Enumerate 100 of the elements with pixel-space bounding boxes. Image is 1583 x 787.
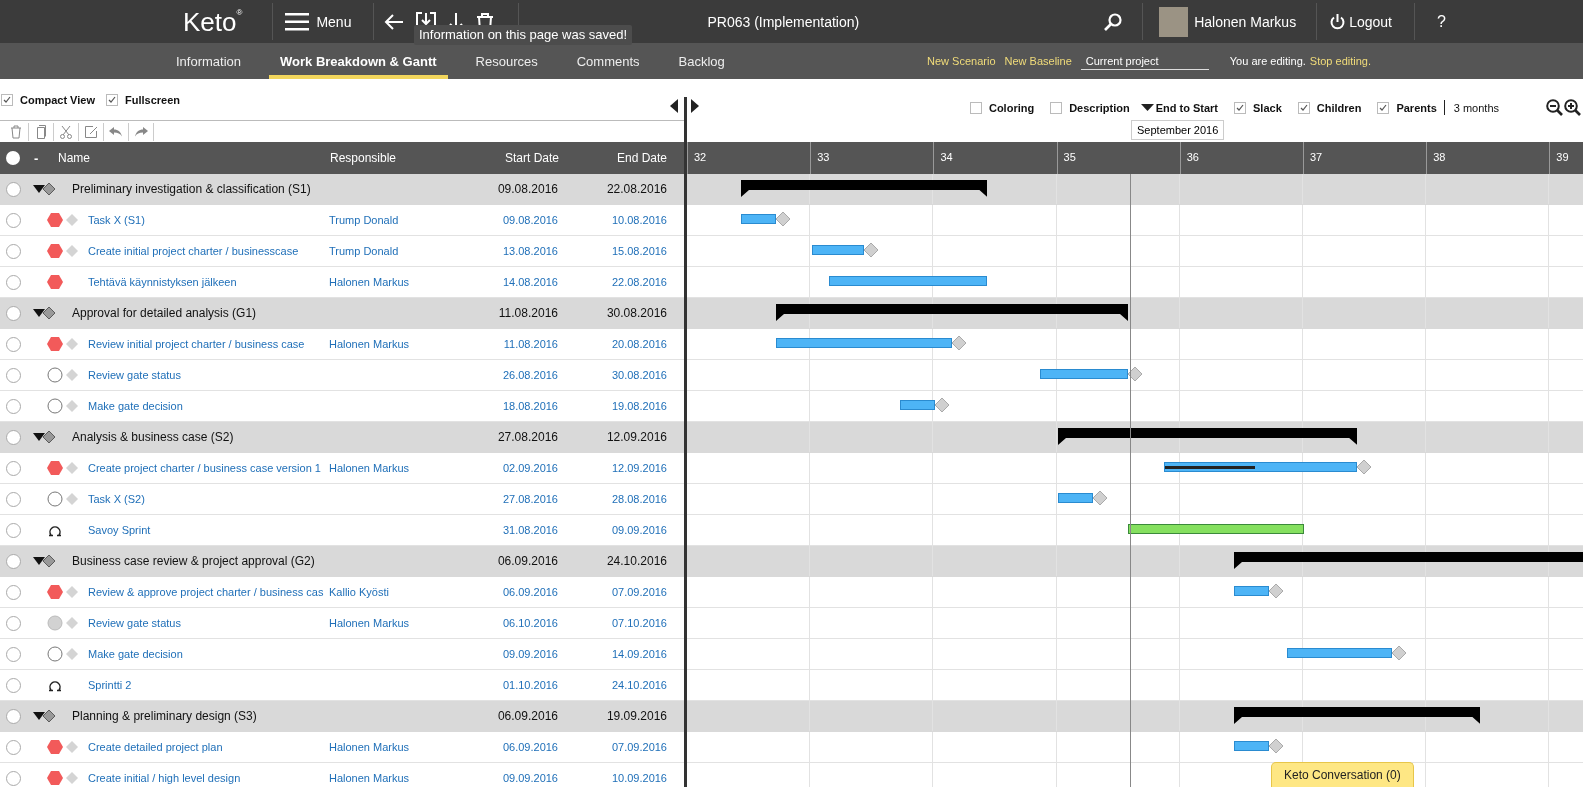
responsible-name[interactable]: Halonen Markus xyxy=(329,276,410,288)
menu-button[interactable]: Menu xyxy=(285,12,352,31)
column-header[interactable]: Name xyxy=(58,151,90,165)
task-bar[interactable] xyxy=(899,400,935,410)
task-bar[interactable] xyxy=(811,245,865,255)
option-label[interactable]: Slack xyxy=(1253,101,1282,114)
checkbox[interactable] xyxy=(1050,101,1063,114)
row-select-radio[interactable] xyxy=(5,522,21,538)
keto-logo[interactable]: Keto$^{®}$ xyxy=(183,8,243,35)
row-select-radio[interactable] xyxy=(5,305,21,321)
checkbox[interactable] xyxy=(1,93,13,106)
checkbox[interactable] xyxy=(106,93,118,106)
expand-right-icon[interactable] xyxy=(691,99,699,113)
option-label[interactable]: Fullscreen xyxy=(125,93,181,106)
task-name[interactable]: Review gate status xyxy=(88,369,181,381)
milestone-diamond-icon[interactable] xyxy=(1093,491,1108,505)
task-bar[interactable] xyxy=(1233,741,1270,751)
milestone-diamond-icon[interactable] xyxy=(864,243,879,257)
task-name[interactable]: Task X (S1) xyxy=(88,214,145,226)
phase-name[interactable]: Preliminary investigation & classification (S1) xyxy=(72,182,311,196)
expand-caret-icon[interactable] xyxy=(33,712,45,720)
row-select-radio[interactable] xyxy=(5,708,21,724)
select-all-toggle[interactable] xyxy=(6,151,20,165)
task-name[interactable]: Create project charter / business case version 1 xyxy=(88,462,321,474)
phase-name[interactable]: Analysis & business case (S2) xyxy=(72,430,234,444)
zoom-out-icon[interactable] xyxy=(1546,99,1563,116)
expand-caret-icon[interactable] xyxy=(33,557,45,565)
task-name[interactable]: Review initial project charter / business case xyxy=(88,338,305,350)
task-name[interactable]: Create detailed project plan xyxy=(88,741,223,753)
row-select-radio[interactable] xyxy=(5,553,21,569)
row-select-radio[interactable] xyxy=(5,398,21,414)
column-header[interactable]: End Date xyxy=(616,151,667,165)
task-name[interactable]: Make gate decision xyxy=(88,400,183,412)
collapse-left-icon[interactable] xyxy=(670,99,678,113)
sprint-bar[interactable] xyxy=(1128,524,1305,534)
task-name[interactable]: Tehtävä käynnistyksen jälkeen xyxy=(88,276,237,288)
phase-name[interactable]: Planning & preliminary design (S3) xyxy=(72,709,257,723)
expand-caret-icon[interactable] xyxy=(33,433,45,441)
milestone-diamond-icon[interactable] xyxy=(1128,367,1143,381)
task-name[interactable]: Task X (S2) xyxy=(88,493,145,505)
column-header[interactable]: Start Date xyxy=(504,151,559,165)
nav-tab[interactable]: Comments xyxy=(565,43,651,79)
checkbox[interactable] xyxy=(969,101,982,114)
milestone-diamond-icon[interactable] xyxy=(776,212,791,226)
responsible-name[interactable]: Trump Donald xyxy=(329,245,399,257)
checkbox[interactable] xyxy=(1297,101,1310,114)
cut-icon[interactable] xyxy=(60,124,72,139)
row-select-radio[interactable] xyxy=(5,336,21,352)
task-bar[interactable] xyxy=(1163,462,1358,472)
task-bar[interactable] xyxy=(1057,493,1094,503)
row-select-radio[interactable] xyxy=(5,770,21,786)
nav-tab[interactable]: Backlog xyxy=(667,43,736,79)
task-name[interactable]: Create initial project charter / businesscase xyxy=(88,245,299,257)
task-name[interactable]: Review gate status xyxy=(88,617,181,629)
row-select-radio[interactable] xyxy=(5,646,21,662)
expand-caret-icon[interactable] xyxy=(33,309,45,317)
row-select-radio[interactable] xyxy=(5,584,21,600)
delete-icon[interactable] xyxy=(10,124,22,139)
phase-name[interactable]: Approval for detailed analysis (G1) xyxy=(72,306,257,320)
collapse-all-button[interactable]: - xyxy=(34,150,39,166)
back-arrow-icon[interactable] xyxy=(384,12,405,31)
responsible-name[interactable]: Halonen Markus xyxy=(329,338,410,350)
row-select-radio[interactable] xyxy=(5,739,21,755)
expand-caret-icon[interactable] xyxy=(33,185,45,193)
checkbox[interactable] xyxy=(1234,101,1246,114)
undo-icon[interactable] xyxy=(109,126,123,137)
nav-tab[interactable]: Information xyxy=(165,43,253,79)
nav-tab[interactable]: Work Breakdown & Gantt xyxy=(269,43,448,79)
milestone-diamond-icon[interactable] xyxy=(934,398,949,412)
summary-bar[interactable] xyxy=(741,180,988,197)
phase-name[interactable]: Business case review & project approval (G2) xyxy=(72,554,315,568)
responsible-name[interactable]: Halonen Markus xyxy=(329,617,410,629)
responsible-name[interactable]: Halonen Markus xyxy=(329,462,410,474)
summary-bar[interactable] xyxy=(776,304,1129,321)
milestone-diamond-icon[interactable] xyxy=(1392,646,1407,660)
responsible-name[interactable]: Kallio Kyösti xyxy=(329,586,389,598)
task-name[interactable]: Make gate decision xyxy=(88,648,183,660)
row-select-radio[interactable] xyxy=(5,212,21,228)
summary-bar[interactable] xyxy=(1233,707,1481,724)
conversation-tab[interactable]: Keto Conversation (0) xyxy=(1271,762,1414,787)
milestone-diamond-icon[interactable] xyxy=(1357,460,1372,474)
option-label[interactable]: Compact View xyxy=(20,93,95,106)
responsible-name[interactable]: Halonen Markus xyxy=(329,772,410,784)
search-icon[interactable] xyxy=(1104,12,1123,31)
nav-tab[interactable]: Resources xyxy=(464,43,549,79)
option-label[interactable]: Description xyxy=(1069,101,1130,114)
row-select-radio[interactable] xyxy=(5,677,21,693)
redo-icon[interactable] xyxy=(134,126,148,137)
row-select-radio[interactable] xyxy=(5,460,21,476)
option-label[interactable]: Children xyxy=(1316,101,1362,114)
column-header[interactable]: Responsible xyxy=(330,151,397,165)
project-breadcrumb[interactable]: PR063 (Implementation) xyxy=(707,13,860,30)
task-name[interactable]: Review & approve project charter / business cas xyxy=(88,586,324,598)
action-link[interactable]: New Scenario xyxy=(927,55,996,67)
copy-icon[interactable] xyxy=(36,124,46,139)
logout-button[interactable]: Logout xyxy=(1330,13,1392,30)
edit-icon[interactable] xyxy=(84,124,98,139)
responsible-name[interactable]: Halonen Markus xyxy=(329,741,410,753)
row-select-radio[interactable] xyxy=(5,274,21,290)
stop-editing-link[interactable]: Stop editing. xyxy=(1309,55,1371,67)
